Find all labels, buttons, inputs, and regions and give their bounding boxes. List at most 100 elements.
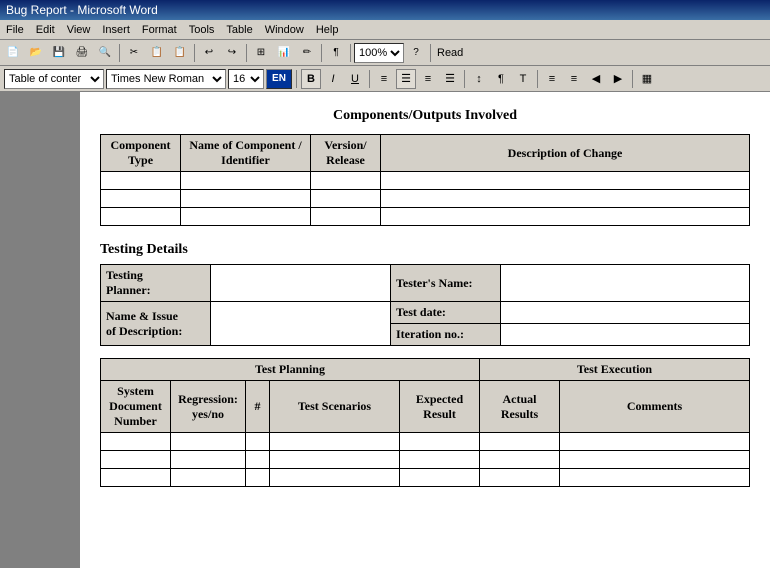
table-row [101,433,750,451]
open-btn[interactable]: 📂 [25,42,47,64]
print-btn[interactable]: 🖨 [71,42,93,64]
table-row: TestingPlanner: Tester's Name: [101,265,750,302]
components-title: Components/Outputs Involved [100,108,750,124]
redo-btn[interactable]: ↪ [221,42,243,64]
table-row [101,172,750,190]
sep6 [430,44,431,62]
toolbar: 📄 📂 💾 🖨 🔍 ✂ 📋 📋 ↩ ↪ ⊞ 📊 ✏ ¶ 100% ? Read [0,40,770,66]
language-btn[interactable]: EN [266,69,292,89]
bold-btn[interactable]: B [301,69,321,89]
preview-btn[interactable]: 🔍 [94,42,116,64]
sep8 [369,70,370,88]
tester-value[interactable] [501,265,750,302]
line-spacing-btn[interactable]: ↕ [469,69,489,89]
show-format-btn[interactable]: T [513,69,533,89]
italic-btn[interactable]: I [323,69,343,89]
format-bar: Table of conter Times New Roman 16 EN B … [0,66,770,92]
align-center-btn[interactable]: ☰ [396,69,416,89]
align-right-btn[interactable]: ≡ [418,69,438,89]
iteration-value[interactable] [501,324,750,346]
iteration-label: Iteration no.: [391,324,501,346]
test-planning-section: Test Planning Test Execution SystemDocum… [100,358,750,487]
testing-title: Testing Details [100,242,750,258]
table-btn[interactable]: ⊞ [250,42,272,64]
table-row: SystemDocumentNumber Regression:yes/no #… [101,381,750,433]
menu-bar: File Edit View Insert Format Tools Table… [0,20,770,40]
testing-section: Testing Details TestingPlanner: Tester's… [100,242,750,346]
test-planning-table: Test Planning Test Execution SystemDocum… [100,358,750,487]
list-btn[interactable]: ≡ [542,69,562,89]
table-row [101,190,750,208]
num-list-btn[interactable]: ≡ [564,69,584,89]
size-select[interactable]: 16 [228,69,264,89]
menu-file[interactable]: File [0,22,30,38]
planner-label: TestingPlanner: [101,265,211,302]
tester-label: Tester's Name: [391,265,501,302]
sidebar [0,92,80,568]
description-value[interactable] [211,302,391,346]
sep5 [350,44,351,62]
indent-increase-btn[interactable]: ▶ [608,69,628,89]
sep3 [246,44,247,62]
testdate-value[interactable] [501,302,750,324]
menu-window[interactable]: Window [259,22,310,38]
menu-help[interactable]: Help [310,22,345,38]
document-area: Components/Outputs Involved ComponentTyp… [0,92,770,568]
table-row: Test Planning Test Execution [101,359,750,381]
menu-view[interactable]: View [61,22,97,38]
sep9 [464,70,465,88]
paste-btn[interactable]: 📋 [169,42,191,64]
table-row [101,469,750,487]
new-btn[interactable]: 📄 [2,42,24,64]
para-btn[interactable]: ¶ [325,42,347,64]
align-left-btn[interactable]: ≡ [374,69,394,89]
col-actual: ActualResults [480,381,560,433]
sep11 [632,70,633,88]
zoom-select[interactable]: 100% [354,43,404,63]
col-version: Version/Release [311,135,381,172]
col-description: Description of Change [381,135,750,172]
description-label: Name & Issueof Description: [101,302,211,346]
testdate-label: Test date: [391,302,501,324]
components-table: ComponentType Name of Component /Identif… [100,134,750,226]
menu-edit[interactable]: Edit [30,22,61,38]
page-content: Components/Outputs Involved ComponentTyp… [80,92,770,568]
sep7 [296,70,297,88]
sep10 [537,70,538,88]
border-btn[interactable]: ▦ [637,69,657,89]
draw-btn[interactable]: ✏ [296,42,318,64]
menu-table[interactable]: Table [220,22,258,38]
table-row: Name & Issueof Description: Test date: [101,302,750,324]
execution-header: Test Execution [480,359,750,381]
table-row [101,208,750,226]
title-bar: Bug Report - Microsoft Word [0,0,770,20]
sep1 [119,44,120,62]
menu-tools[interactable]: Tools [183,22,221,38]
planning-header: Test Planning [101,359,480,381]
col-comments: Comments [560,381,750,433]
save-btn[interactable]: 💾 [48,42,70,64]
menu-format[interactable]: Format [136,22,183,38]
chart-btn[interactable]: 📊 [273,42,295,64]
col-num: # [246,381,270,433]
planner-value[interactable] [211,265,391,302]
menu-insert[interactable]: Insert [96,22,136,38]
copy-btn[interactable]: 📋 [146,42,168,64]
col-sys-doc: SystemDocumentNumber [101,381,171,433]
style-select[interactable]: Table of conter [4,69,104,89]
undo-btn[interactable]: ↩ [198,42,220,64]
cut-btn[interactable]: ✂ [123,42,145,64]
help-btn[interactable]: ? [405,42,427,64]
col-regression: Regression:yes/no [171,381,246,433]
justify-btn[interactable]: ☰ [440,69,460,89]
sep4 [321,44,322,62]
indent-decrease-btn[interactable]: ◀ [586,69,606,89]
col-expected: ExpectedResult [400,381,480,433]
underline-btn[interactable]: U [345,69,365,89]
table-row [101,451,750,469]
sep2 [194,44,195,62]
read-btn[interactable]: Read [434,43,466,63]
para-mark-btn[interactable]: ¶ [491,69,511,89]
col-component-type: ComponentType [101,135,181,172]
font-select[interactable]: Times New Roman [106,69,226,89]
